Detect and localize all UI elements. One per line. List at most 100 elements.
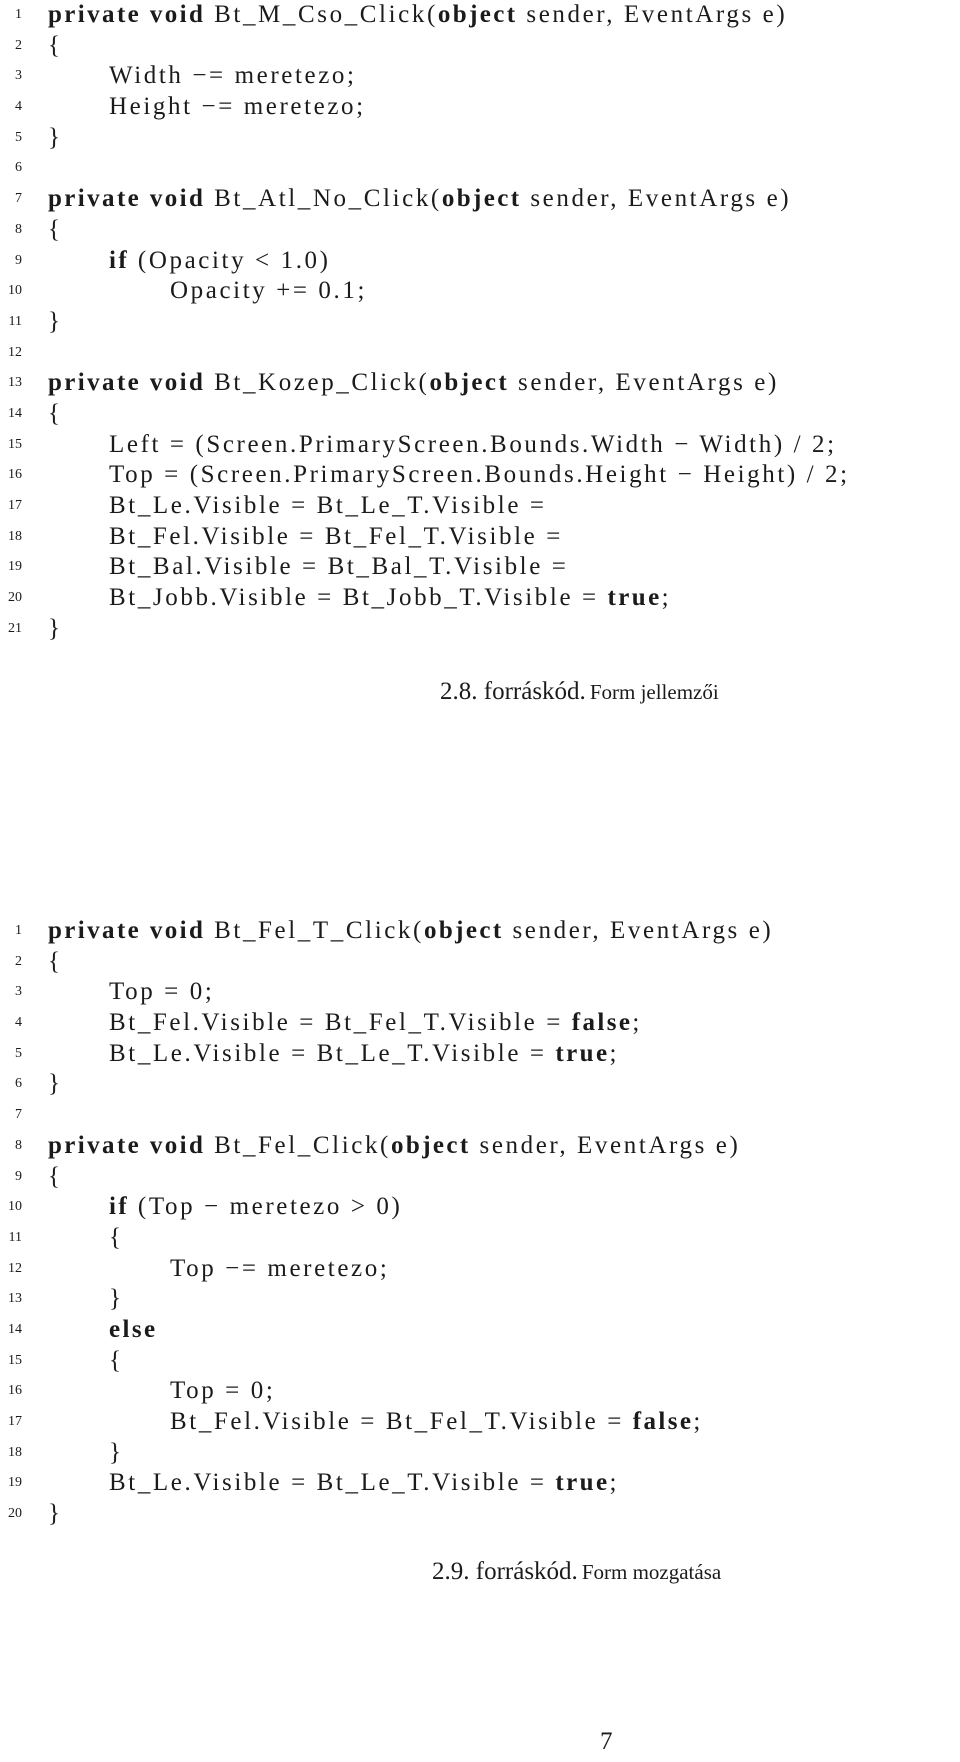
code-line: 5} bbox=[0, 123, 960, 154]
code-line: 18} bbox=[0, 1438, 960, 1469]
code-token: Top −= meretezo; bbox=[170, 1254, 390, 1282]
code-line: 14 else bbox=[0, 1315, 960, 1346]
code-line: 17 Bt_Le.Visible = Bt_Le_T.Visible = bbox=[0, 491, 960, 522]
line-number: 19 bbox=[8, 1475, 22, 1491]
code-line: 4 Bt_Fel.Visible = Bt_Fel_T.Visible = fal… bbox=[0, 1008, 960, 1039]
code-text: { bbox=[48, 31, 63, 62]
code-token: { bbox=[48, 215, 63, 243]
line-number: 8 bbox=[15, 221, 22, 237]
code-token: sender, EventArgs e) bbox=[521, 185, 792, 213]
code-token: } bbox=[48, 1070, 63, 1098]
code-text: { bbox=[48, 1162, 63, 1193]
code-token: sender, EventArgs e) bbox=[503, 917, 774, 944]
caption-label: 2.9. forráskód. bbox=[432, 1558, 578, 1585]
line-number: 19 bbox=[8, 559, 22, 575]
code-token: Bt_Atl_No_Click( bbox=[205, 185, 442, 213]
line-number: 10 bbox=[8, 283, 22, 299]
code-line: 13} bbox=[0, 1284, 960, 1315]
line-number: 17 bbox=[8, 498, 22, 513]
code-keyword: false bbox=[571, 1009, 633, 1037]
line-number: 2 bbox=[15, 37, 22, 53]
line-number: 20 bbox=[8, 1506, 22, 1522]
code-keyword: if bbox=[109, 1193, 130, 1221]
code-text: } bbox=[48, 123, 63, 154]
code-keyword: private void bbox=[48, 1131, 206, 1159]
code-text: Bt_Le.Visible = Bt_Le_T.Visible = bbox=[109, 491, 547, 522]
line-number: 12 bbox=[8, 344, 22, 360]
code-text: } bbox=[48, 307, 63, 338]
code-line: 1 private void Bt_Fel_T_Click(object send… bbox=[0, 916, 960, 947]
code-token: } bbox=[109, 1438, 124, 1466]
code-token: { bbox=[109, 1346, 124, 1374]
code-line: 8 private void Bt_Fel_Click(object sender… bbox=[0, 1131, 960, 1162]
line-number: 7 bbox=[15, 1107, 22, 1123]
line-number: 8 bbox=[15, 1137, 22, 1153]
code-text: { bbox=[48, 947, 63, 978]
code-line: 9{ bbox=[0, 1162, 960, 1193]
line-number: 4 bbox=[15, 99, 22, 115]
code-token: sender, EventArgs e) bbox=[470, 1131, 741, 1159]
code-keyword: true bbox=[555, 1469, 610, 1497]
line-number: 14 bbox=[8, 405, 22, 421]
code-line: 6} bbox=[0, 1069, 960, 1100]
line-number: 7 bbox=[15, 191, 22, 207]
code-line: 12 bbox=[0, 338, 960, 369]
line-number: 6 bbox=[15, 160, 22, 176]
code-text: } bbox=[48, 1499, 63, 1530]
code-text: Bt_Fel.Visible = Bt_Fel_T.Visible = fals… bbox=[109, 1008, 642, 1039]
code-token: (Top − meretezo > 0) bbox=[129, 1193, 403, 1221]
code-line: 3 Top = 0; bbox=[0, 977, 960, 1008]
code-text: Width −= meretezo; bbox=[109, 61, 357, 92]
line-number: 13 bbox=[8, 1291, 22, 1307]
code-text: else bbox=[109, 1315, 157, 1346]
line-number: 15 bbox=[8, 1352, 22, 1368]
code-line: 3 Width −= meretezo; bbox=[0, 61, 960, 92]
code-line: 16 Top = 0; bbox=[0, 1376, 960, 1407]
line-number: 5 bbox=[15, 129, 22, 145]
line-number: 20 bbox=[8, 590, 22, 606]
code-token: } bbox=[48, 614, 63, 642]
code-token: } bbox=[109, 1285, 124, 1313]
code-keyword: private void bbox=[48, 1, 206, 28]
code-token: sender, EventArgs e) bbox=[509, 369, 779, 397]
code-text: } bbox=[48, 1069, 63, 1100]
line-number: 11 bbox=[8, 1229, 22, 1245]
code-keyword: true bbox=[607, 584, 662, 612]
code-text: { bbox=[109, 1346, 124, 1377]
code-token: { bbox=[48, 1162, 63, 1190]
code-token: ; bbox=[632, 1009, 642, 1037]
code-text: Left = (Screen.PrimaryScreen.Bounds.Widt… bbox=[109, 430, 837, 461]
line-number: 9 bbox=[15, 1168, 22, 1184]
code-line: 13 private void Bt_Kozep_Click(object sen… bbox=[0, 368, 960, 399]
listing-caption: 2.9. forráskód. Form mozgatása bbox=[432, 1558, 721, 1586]
code-token: (Opacity < 1.0) bbox=[129, 246, 331, 274]
code-keyword: object bbox=[429, 369, 510, 397]
code-line: 12 Top −= meretezo; bbox=[0, 1254, 960, 1285]
code-line: 10 if (Top − meretezo > 0) bbox=[0, 1192, 960, 1223]
code-text: Bt_Bal.Visible = Bt_Bal_T.Visible = bbox=[109, 552, 568, 583]
code-text: if (Opacity < 1.0) bbox=[109, 246, 331, 277]
code-text: private void Bt_M_Cso_Click(object sende… bbox=[48, 0, 787, 31]
code-token: Bt_Fel_Click( bbox=[205, 1131, 391, 1159]
code-token: Bt_Le.Visible = Bt_Le_T.Visible = bbox=[109, 492, 547, 519]
line-number: 15 bbox=[8, 436, 22, 452]
code-token: Opacity += 0.1; bbox=[170, 277, 368, 305]
listing-caption: 2.8. forráskód. Form jellemzői bbox=[440, 678, 719, 706]
line-number: 3 bbox=[15, 984, 22, 1000]
code-text: private void Bt_Fel_Click(object sender,… bbox=[48, 1131, 740, 1162]
line-number: 4 bbox=[15, 1015, 22, 1031]
line-number: 9 bbox=[15, 252, 22, 268]
code-line: 17 Bt_Fel.Visible = Bt_Fel_T.Visible = fa… bbox=[0, 1407, 960, 1438]
code-line: 15 Left = (Screen.PrimaryScreen.Bounds.Wi… bbox=[0, 430, 960, 461]
code-keyword: object bbox=[423, 917, 504, 944]
code-text: if (Top − meretezo > 0) bbox=[109, 1192, 402, 1223]
code-token: Bt_Bal.Visible = Bt_Bal_T.Visible = bbox=[109, 553, 569, 581]
line-number: 12 bbox=[8, 1260, 22, 1276]
page-number: 7 bbox=[600, 1728, 613, 1755]
code-line: 11 { bbox=[0, 1223, 960, 1254]
code-line: 20} bbox=[0, 1499, 960, 1530]
code-text: private void Bt_Fel_T_Click(object sende… bbox=[48, 916, 773, 947]
code-token: } bbox=[48, 123, 63, 151]
code-keyword: private void bbox=[48, 369, 206, 397]
code-token: Bt_Le.Visible = Bt_Le_T.Visible = bbox=[109, 1469, 556, 1497]
